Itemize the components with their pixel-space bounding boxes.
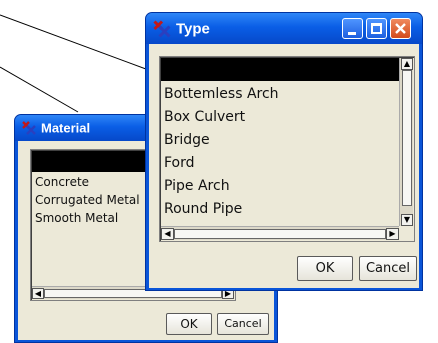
minimize-button[interactable]: [342, 18, 363, 39]
material-list-item[interactable]: Concrete: [35, 175, 89, 189]
type-titlebar[interactable]: Type: [146, 13, 422, 44]
type-list-item[interactable]: Bottemless Arch: [164, 86, 279, 102]
type-vscroll-thumb[interactable]: [402, 70, 412, 206]
type-list-item[interactable]: Ford: [164, 155, 195, 171]
type-selected-row[interactable]: [161, 58, 399, 81]
type-client: Bottemless Arch Box Culvert Bridge Ford …: [149, 44, 419, 288]
arrow-left-icon[interactable]: ◀: [161, 228, 174, 240]
maximize-icon: [371, 23, 382, 34]
type-listbox[interactable]: Bottemless Arch Box Culvert Bridge Ford …: [159, 56, 415, 242]
callout-line-material: [0, 66, 79, 113]
type-ok-button[interactable]: OK: [297, 256, 353, 281]
material-ok-button[interactable]: OK: [166, 313, 212, 335]
type-list-item[interactable]: Box Culvert: [164, 109, 245, 125]
type-list-item[interactable]: Round Pipe: [164, 201, 242, 217]
material-cancel-button[interactable]: Cancel: [217, 313, 269, 335]
type-horizontal-scrollbar[interactable]: ◀ ▶: [161, 226, 399, 240]
type-list-item[interactable]: Pipe Arch: [164, 178, 230, 194]
maximize-button[interactable]: [366, 18, 387, 39]
close-icon: [395, 23, 406, 34]
type-vertical-scrollbar[interactable]: ▲ ▼: [399, 58, 413, 226]
material-list-item[interactable]: Corrugated Metal: [35, 193, 140, 207]
type-cancel-button[interactable]: Cancel: [359, 256, 417, 281]
type-window: Type Bottemless Arch Box Culvert Bridge …: [145, 12, 423, 291]
arrow-down-icon[interactable]: ▼: [401, 214, 413, 226]
material-list-item[interactable]: Smooth Metal: [35, 211, 118, 225]
type-title: Type: [176, 20, 210, 37]
callout-line-type: [0, 14, 155, 73]
app-icon: [22, 121, 36, 135]
type-hscroll-thumb[interactable]: [174, 229, 386, 239]
material-title: Material: [41, 120, 91, 136]
app-icon: [153, 20, 171, 38]
close-button[interactable]: [390, 18, 411, 39]
arrow-up-icon[interactable]: ▲: [401, 58, 413, 70]
minimize-icon: [348, 32, 356, 35]
arrow-left-icon[interactable]: ◀: [32, 288, 44, 299]
arrow-right-icon[interactable]: ▶: [386, 228, 399, 240]
type-list-item[interactable]: Bridge: [164, 132, 210, 148]
